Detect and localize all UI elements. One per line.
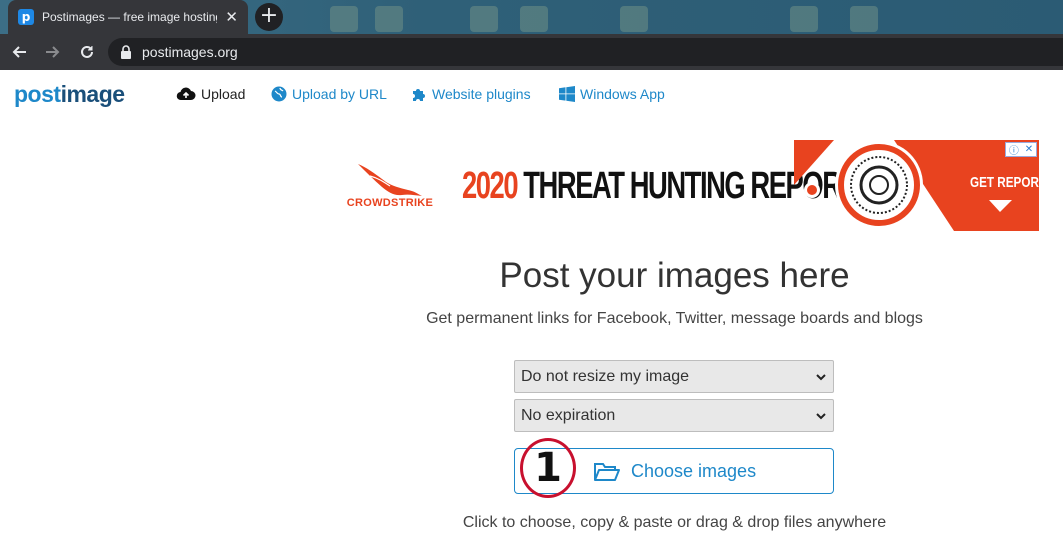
- ad-choices[interactable]: ⓘ ✕: [1005, 142, 1037, 157]
- back-button[interactable]: [4, 37, 34, 67]
- background-decoration: [790, 6, 818, 32]
- page-title: Post your images here: [499, 256, 850, 295]
- ad-brand-name: CROWDSTRIKE: [346, 197, 434, 209]
- globe-icon: [271, 86, 287, 102]
- resize-select[interactable]: Do not resize my image: [514, 360, 834, 393]
- tab-title: Postimages — free image hosting: [42, 10, 218, 24]
- expiration-select-value: No expiration: [521, 406, 616, 424]
- ad-banner[interactable]: CROWDSTRIKE 2020 THREAT HUNTING REPORT G…: [334, 140, 1046, 231]
- nav-upload-by-url-label: Upload by URL: [292, 86, 387, 102]
- url-text: postimages.org: [142, 44, 238, 60]
- background-decoration: [375, 6, 403, 32]
- postimage-logo[interactable]: postimage: [14, 80, 125, 108]
- choose-images-label: Choose images: [631, 461, 757, 481]
- background-decoration: [520, 6, 548, 32]
- nav-website-plugins-label: Website plugins: [432, 86, 531, 102]
- ad-cta-get-report[interactable]: GET REPORT: [970, 174, 1046, 192]
- chevron-down-icon: [816, 413, 826, 420]
- page-subtitle: Get permanent links for Facebook, Twitte…: [426, 310, 923, 327]
- forward-button[interactable]: [38, 37, 68, 67]
- nav-windows-app[interactable]: Windows App: [559, 86, 665, 102]
- folder-open-icon: [594, 463, 620, 481]
- upload-hint: Click to choose, copy & paste or drag & …: [462, 514, 887, 531]
- step-marker: 1: [520, 438, 576, 498]
- background-decoration: [620, 6, 648, 32]
- nav-upload-label: Upload: [201, 86, 246, 102]
- browser-toolbar: postimages.org: [0, 34, 1063, 70]
- puzzle-icon: [413, 89, 425, 101]
- nav-windows-app-label: Windows App: [580, 86, 665, 102]
- site-header: postimage Upload Upload by URL Website p…: [0, 70, 1063, 120]
- background-decoration: [330, 6, 358, 32]
- resize-select-value: Do not resize my image: [521, 367, 690, 385]
- postimages-favicon-icon: p: [18, 9, 34, 25]
- reload-button[interactable]: [72, 37, 102, 67]
- forward-arrow-icon: [46, 46, 60, 58]
- address-bar[interactable]: postimages.org: [108, 38, 1063, 66]
- reload-icon: [81, 45, 93, 58]
- logo-text-post: post: [14, 81, 61, 107]
- tab-close-icon[interactable]: ✕: [225, 8, 238, 26]
- background-decoration: [470, 6, 498, 32]
- lock-icon: [121, 45, 131, 59]
- ad-year: 2020: [462, 165, 519, 207]
- expiration-select[interactable]: No expiration: [514, 399, 834, 432]
- nav-website-plugins[interactable]: Website plugins: [411, 86, 531, 102]
- new-tab-button[interactable]: +: [255, 3, 283, 31]
- browser-tab[interactable]: p Postimages — free image hosting ✕: [8, 0, 248, 34]
- ad-close-icon[interactable]: ✕: [1025, 144, 1033, 155]
- browser-tab-bar: p Postimages — free image hosting ✕ +: [0, 0, 1063, 34]
- background-decoration: [850, 6, 878, 32]
- windows-icon: [559, 86, 575, 102]
- nav-upload-by-url[interactable]: Upload by URL: [271, 86, 387, 102]
- crowdstrike-falcon-icon: [358, 164, 422, 196]
- chevron-down-icon: [816, 374, 826, 381]
- cloud-upload-icon: [176, 87, 196, 101]
- back-arrow-icon: [12, 46, 26, 58]
- nav-upload[interactable]: Upload: [176, 86, 245, 102]
- logo-text-image: image: [60, 81, 125, 107]
- ad-info-icon[interactable]: ⓘ: [1009, 142, 1019, 157]
